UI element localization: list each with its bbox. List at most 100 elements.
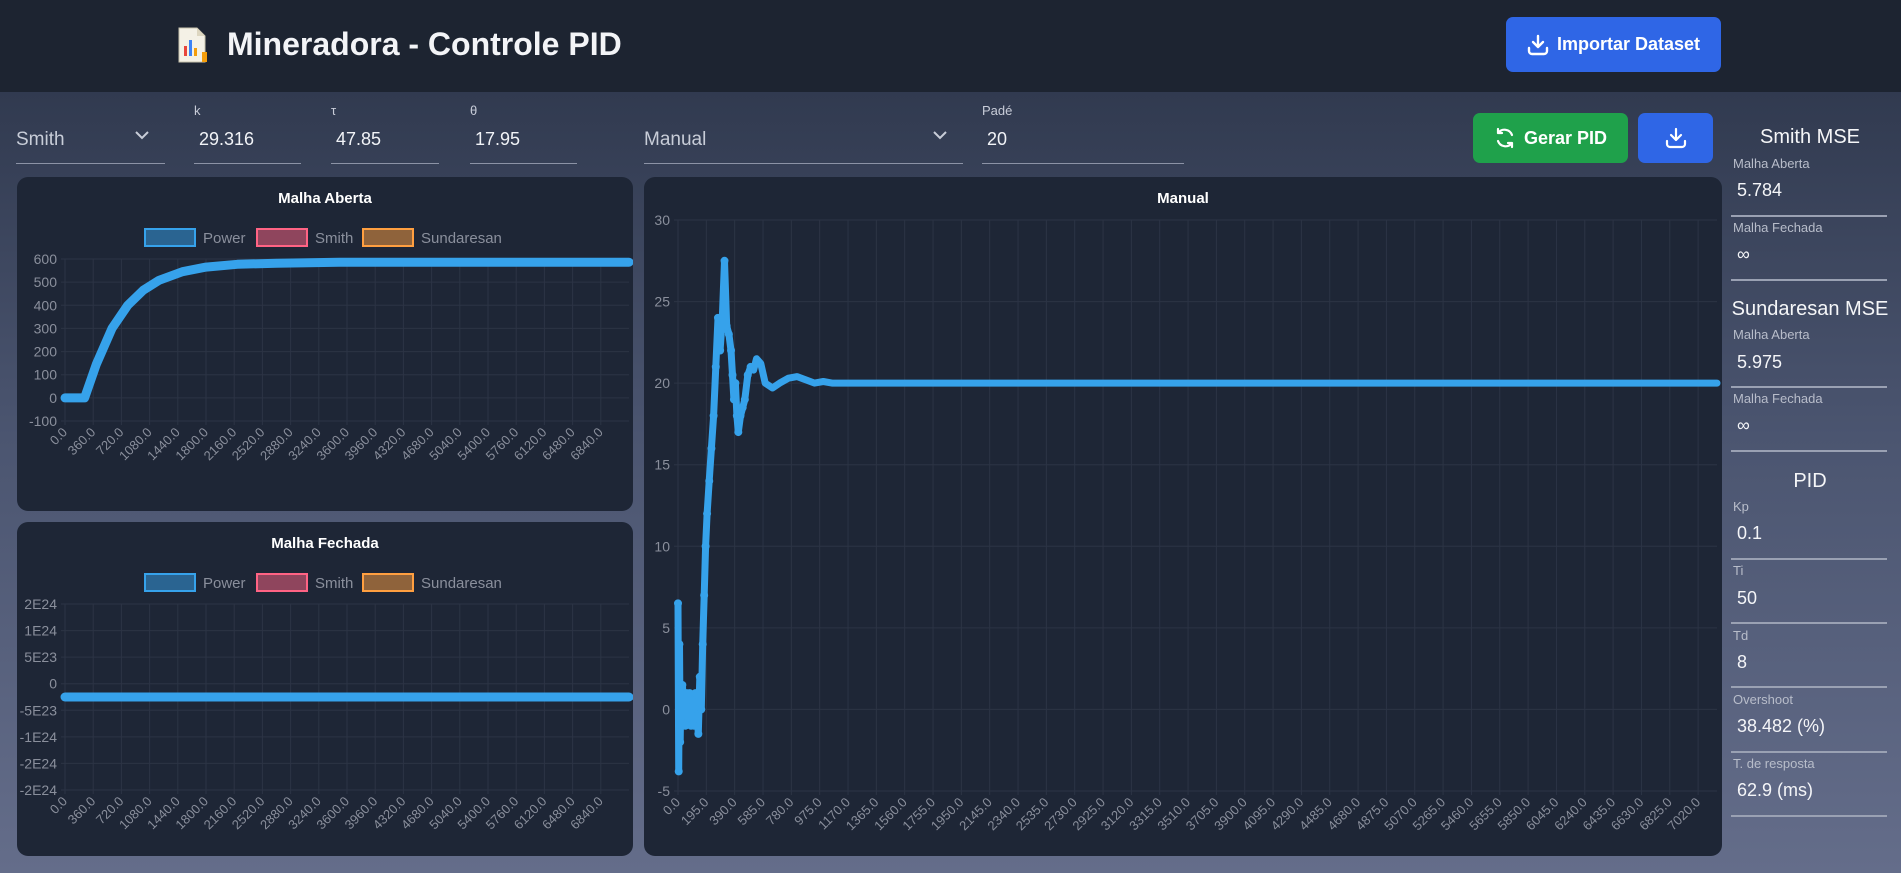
data-point	[695, 672, 704, 681]
y-tick-label: 30	[654, 212, 670, 228]
y-tick-label: 25	[654, 294, 670, 310]
theta-value: 17.95	[475, 129, 521, 149]
x-tick-label: 360.0	[65, 425, 99, 459]
open-loop-chart-panel: Malha Aberta 600 500 400 300 200 100 0 -100 0.0 3…	[17, 177, 633, 511]
legend-swatch	[144, 228, 196, 247]
method-select[interactable]: Smith	[16, 124, 165, 164]
legend-label: Sundaresan	[421, 230, 502, 247]
x-tick-label: 780.0	[763, 795, 797, 829]
legend-label: Power	[203, 575, 246, 592]
app-title: Mineradora - Controle PID	[227, 26, 622, 62]
data-point	[738, 403, 747, 412]
data-point	[740, 395, 749, 404]
manual-chart-panel: Manual 30 25 20 15 10 5 0 -5 0.0 195.0 390.0 585.0 7…	[644, 177, 1722, 856]
td-value: 8	[1737, 652, 1748, 672]
legend-label: Smith	[315, 575, 353, 592]
data-point	[697, 705, 706, 714]
method-select-value: Smith	[16, 129, 65, 150]
data-point	[729, 395, 738, 404]
data-point	[674, 767, 683, 776]
pade-value: 20	[987, 129, 1008, 149]
tuning-select-value: Manual	[644, 129, 707, 150]
data-point	[678, 680, 687, 689]
response-time-value: 62.9 (ms)	[1737, 780, 1814, 800]
theta-label: θ	[470, 103, 478, 118]
x-tick-label: 390.0	[706, 795, 740, 829]
y-tick-label: 400	[34, 297, 58, 313]
pade-input[interactable]: 20	[982, 124, 1184, 164]
k-label: k	[194, 103, 201, 118]
data-point	[711, 362, 720, 371]
td-label: Td	[1733, 628, 1749, 643]
y-tick-label: -5E23	[20, 702, 58, 718]
data-point	[674, 599, 682, 608]
data-point	[707, 444, 716, 453]
divider	[1731, 386, 1887, 388]
export-button[interactable]	[1638, 113, 1713, 163]
legend-swatch	[256, 573, 308, 592]
refresh-icon	[1496, 127, 1514, 149]
kp-value: 0.1	[1737, 523, 1763, 543]
response-time-label: T. de resposta	[1733, 756, 1815, 771]
data-point	[718, 313, 727, 322]
closed-loop-chart: 2E241E245E230-5E23-1E24-2E24-2E240.0360.…	[20, 573, 633, 833]
smith-open-label: Malha Aberta	[1733, 156, 1810, 171]
data-point	[676, 738, 685, 747]
legend-label: Power	[203, 230, 246, 247]
y-tick-label: 1E24	[24, 623, 57, 639]
manual-chart: 302520151050-50.0195.0390.0585.0780.0975…	[654, 212, 1721, 834]
divider	[1731, 686, 1887, 688]
closed-loop-chart-panel: Malha Fechada 2E24 1E24 5E23 0 -5E23 -1E24 -2E…	[17, 522, 633, 856]
chevron-down-icon	[135, 131, 149, 140]
generate-pid-label: Gerar PID	[1523, 127, 1608, 148]
sundaresan-closed-value: ∞	[1737, 415, 1750, 435]
series-line	[674, 257, 1721, 775]
sundaresan-open-value: 5.975	[1737, 352, 1783, 372]
sundaresan-closed-label: Malha Fechada	[1733, 391, 1823, 406]
data-point	[716, 346, 725, 355]
data-point	[724, 330, 733, 339]
import-dataset-button[interactable]: Importar Dataset	[1506, 17, 1721, 72]
theta-input[interactable]: 17.95	[470, 124, 577, 164]
report-chart-icon	[178, 27, 207, 63]
y-tick-label: 200	[34, 344, 58, 360]
pade-label: Padé	[982, 103, 1013, 118]
smith-closed-value: ∞	[1737, 244, 1750, 264]
y-tick-label: 5	[662, 620, 670, 636]
data-point	[701, 542, 710, 551]
data-point	[736, 411, 745, 420]
tau-input[interactable]: 47.85	[331, 124, 439, 164]
tuning-select[interactable]: Manual	[644, 124, 963, 164]
app-header: Mineradora - Controle PID Importar Datas…	[0, 0, 1901, 92]
tau-label: τ	[331, 103, 337, 118]
data-point	[703, 509, 712, 518]
k-input[interactable]: 29.316	[194, 124, 301, 164]
open-loop-chart: 6005004003002001000-1000.0360.0720.01080…	[29, 228, 633, 463]
generate-pid-button[interactable]: Gerar PID	[1473, 113, 1628, 163]
x-tick-label: 7020.0	[1665, 795, 1704, 834]
kp-label: Kp	[1733, 499, 1749, 514]
divider	[1731, 279, 1887, 281]
data-point	[691, 689, 700, 698]
y-tick-label: 5E23	[24, 649, 57, 665]
divider	[1731, 450, 1887, 452]
x-tick-label: 360.0	[65, 794, 99, 828]
y-tick-label: 15	[654, 457, 670, 473]
download-icon	[1665, 127, 1686, 149]
y-tick-label: 10	[654, 538, 670, 554]
y-tick-label: -5	[658, 783, 671, 799]
divider	[1731, 815, 1887, 817]
data-point	[689, 721, 698, 730]
divider	[1731, 751, 1887, 753]
y-tick-label: 500	[34, 274, 58, 290]
import-dataset-label: Importar Dataset	[1556, 34, 1701, 54]
data-point	[694, 729, 703, 738]
data-point	[700, 591, 709, 600]
legend-swatch	[362, 573, 414, 592]
data-point	[727, 346, 736, 355]
tau-value: 47.85	[336, 129, 382, 149]
y-tick-label: 0	[662, 701, 670, 717]
overshoot-value: 38.482 (%)	[1737, 716, 1826, 736]
x-tick-label: 6840.0	[567, 794, 606, 833]
legend-swatch	[144, 573, 196, 592]
